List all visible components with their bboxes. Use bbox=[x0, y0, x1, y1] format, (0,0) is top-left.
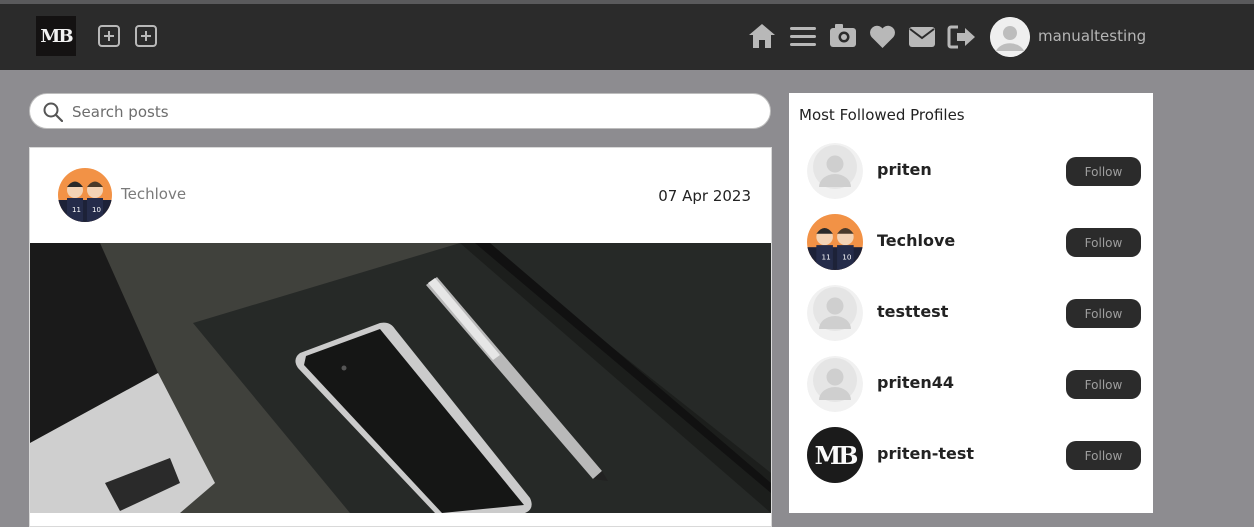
search-icon bbox=[43, 102, 64, 126]
profile-row: MB priten-test Follow bbox=[789, 427, 1153, 483]
username-label[interactable]: manualtesting bbox=[1038, 27, 1146, 45]
profile-avatar[interactable] bbox=[807, 143, 863, 199]
sidebar-title: Most Followed Profiles bbox=[799, 106, 965, 124]
search-bar bbox=[29, 93, 771, 129]
post-date: 07 Apr 2023 bbox=[658, 187, 751, 205]
follow-button[interactable]: Follow bbox=[1066, 228, 1141, 257]
profile-name[interactable]: testtest bbox=[877, 302, 948, 321]
post-author-avatar[interactable]: 11 10 bbox=[58, 168, 112, 222]
menu-icon[interactable] bbox=[790, 25, 816, 49]
search-input[interactable] bbox=[70, 100, 754, 124]
home-icon[interactable] bbox=[747, 22, 777, 50]
most-followed-sidebar: Most Followed Profiles priten Follow 11 … bbox=[789, 93, 1153, 513]
profile-name[interactable]: Techlove bbox=[877, 231, 955, 250]
mail-icon[interactable] bbox=[908, 26, 936, 48]
profile-row: priten Follow bbox=[789, 143, 1153, 199]
svg-text:10: 10 bbox=[92, 206, 101, 214]
profile-name[interactable]: priten44 bbox=[877, 373, 954, 392]
user-avatar[interactable] bbox=[990, 17, 1030, 57]
follow-button[interactable]: Follow bbox=[1066, 157, 1141, 186]
heart-icon[interactable] bbox=[869, 25, 896, 49]
post-author-name[interactable]: Techlove bbox=[121, 185, 186, 203]
svg-text:10: 10 bbox=[842, 253, 852, 262]
mb-logo-avatar: MB bbox=[807, 427, 863, 483]
logo[interactable]: MB bbox=[36, 16, 76, 56]
follow-button[interactable]: Follow bbox=[1066, 299, 1141, 328]
profile-avatar[interactable]: 11 10 bbox=[807, 214, 863, 270]
logout-icon[interactable] bbox=[947, 24, 977, 50]
add-post-icon[interactable] bbox=[97, 24, 121, 48]
camera-icon[interactable] bbox=[829, 23, 857, 49]
profile-row: 11 10 Techlove Follow bbox=[789, 214, 1153, 270]
add-post-icon[interactable] bbox=[134, 24, 158, 48]
svg-text:11: 11 bbox=[822, 253, 831, 262]
profile-row: testtest Follow bbox=[789, 285, 1153, 341]
post-image[interactable] bbox=[30, 243, 771, 513]
navbar: MB manualtesting bbox=[0, 4, 1254, 70]
post-card: 11 10 Techlove 07 Apr 2023 bbox=[29, 147, 772, 527]
profile-avatar[interactable]: MB bbox=[807, 427, 863, 483]
profile-avatar[interactable] bbox=[807, 285, 863, 341]
follow-button[interactable]: Follow bbox=[1066, 441, 1141, 470]
profile-name[interactable]: priten bbox=[877, 160, 932, 179]
svg-text:11: 11 bbox=[72, 206, 81, 214]
follow-button[interactable]: Follow bbox=[1066, 370, 1141, 399]
profile-name[interactable]: priten-test bbox=[877, 444, 974, 463]
profile-avatar[interactable] bbox=[807, 356, 863, 412]
profile-row: priten44 Follow bbox=[789, 356, 1153, 412]
